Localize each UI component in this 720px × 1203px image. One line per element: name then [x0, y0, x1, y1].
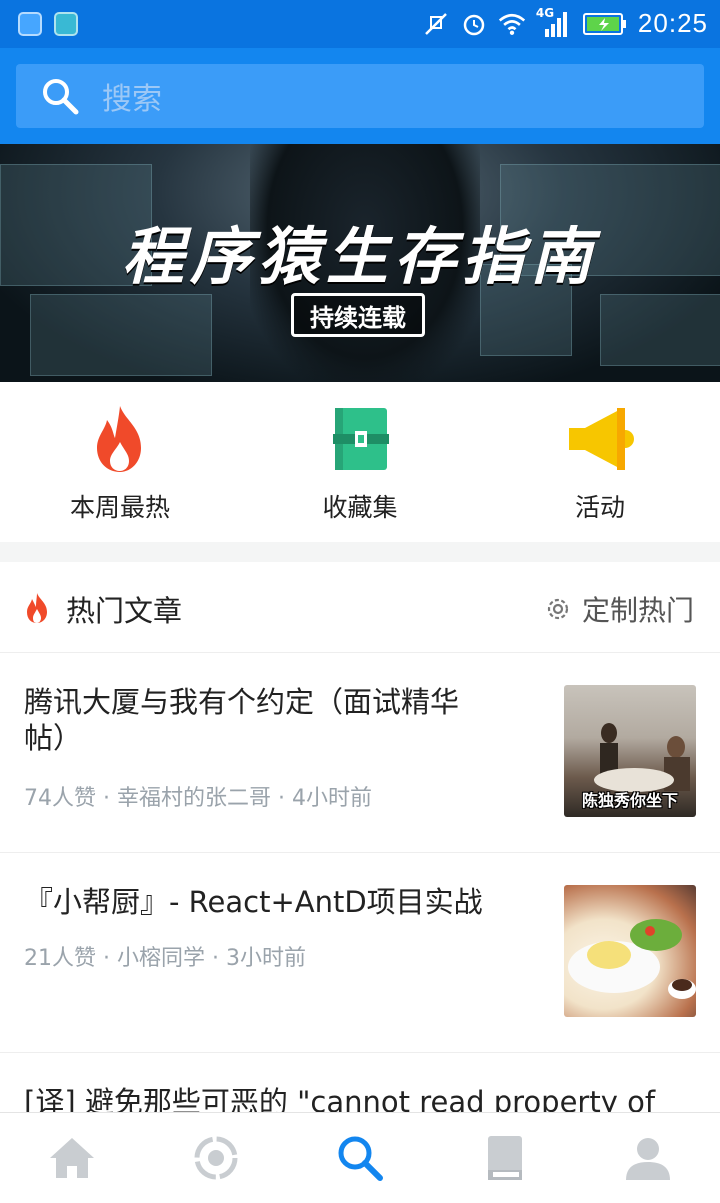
collection-icon [333, 408, 389, 470]
quick-entry-weekly-hot[interactable]: 本周最热 [0, 382, 240, 542]
clock: 20:25 [637, 8, 708, 38]
status-bar: 4G 20:25 [0, 0, 720, 48]
alarm-icon [460, 10, 488, 38]
search-icon [338, 1136, 383, 1181]
wifi-icon [498, 10, 526, 38]
quick-entry-collections[interactable]: 收藏集 [240, 382, 480, 542]
home-icon [50, 1138, 94, 1178]
article-title: 腾讯大厦与我有个约定（面试精华帖） [24, 685, 460, 755]
article-meta: 21人赞 · 小榕同学 · 3小时前 [24, 946, 306, 971]
megaphone-icon [569, 408, 634, 470]
hot-articles-header: 热门文章 定制热门 [0, 562, 720, 653]
article-meta: 74人赞 · 幸福村的张二哥 · 4小时前 [24, 786, 372, 811]
book-icon [488, 1136, 522, 1180]
android-notification-icon [54, 12, 78, 36]
banner-background-screen [30, 294, 212, 376]
search-icon [43, 79, 79, 115]
thumbnail-caption: 陈独秀你坐下 [581, 791, 678, 810]
article-thumbnail: 陈独秀你坐下 [564, 685, 696, 817]
quick-entries: 本周最热 收藏集 活动 [0, 382, 720, 542]
thumbnail-scene [568, 919, 696, 999]
system-indicators: 4G 20:25 [422, 6, 708, 39]
promo-banner[interactable]: 程序猿生存指南 持续连载 [0, 144, 720, 382]
hot-articles-section: 热门文章 定制热门 腾讯大厦与我有个约定（面试精华帖） 74人赞 · 幸福村的张… [0, 562, 720, 1119]
hot-articles-title: 热门文章 [66, 594, 183, 628]
banner-badge: 持续连载 [291, 293, 425, 337]
bottom-tab-bar [0, 1112, 720, 1203]
fire-icon [27, 593, 47, 623]
quick-entry-label: 活动 [574, 493, 625, 522]
tab-explore[interactable] [144, 1113, 288, 1203]
search-input[interactable]: 搜索 [102, 74, 162, 118]
customize-hot-button[interactable]: 定制热门 [544, 589, 694, 629]
battery-charging-icon [582, 10, 628, 38]
tab-books[interactable] [432, 1113, 576, 1203]
fire-icon [97, 406, 141, 472]
search-header: 搜索 [0, 48, 720, 144]
cellular-signal-icon: 4G [536, 6, 572, 38]
customize-hot-label: 定制热门 [581, 594, 694, 627]
quick-entry-events[interactable]: 活动 [480, 382, 720, 542]
tab-search[interactable] [288, 1113, 432, 1203]
app-notification-icon [18, 12, 42, 36]
mute-icon [422, 10, 450, 38]
article-title: 『小帮厨』- React+AntD项目实战 [24, 885, 483, 919]
notification-icons [18, 12, 78, 36]
article-item[interactable]: 腾讯大厦与我有个约定（面试精华帖） 74人赞 · 幸福村的张二哥 · 4小时前 … [0, 652, 720, 853]
search-bar[interactable]: 搜索 [16, 64, 704, 128]
article-thumbnail [564, 885, 696, 1017]
explore-icon [194, 1136, 238, 1180]
quick-entry-label: 本周最热 [69, 493, 170, 522]
network-type: 4G [535, 5, 555, 20]
profile-icon [626, 1138, 670, 1180]
banner-title: 程序猿生存指南 [121, 220, 598, 293]
tab-home[interactable] [0, 1113, 144, 1203]
tab-profile[interactable] [576, 1113, 720, 1203]
article-item[interactable]: 『小帮厨』- React+AntD项目实战 21人赞 · 小榕同学 · 3小时前 [0, 852, 720, 1053]
quick-entry-label: 收藏集 [322, 493, 398, 522]
banner-background-screen [600, 294, 720, 366]
gear-icon [547, 598, 569, 620]
